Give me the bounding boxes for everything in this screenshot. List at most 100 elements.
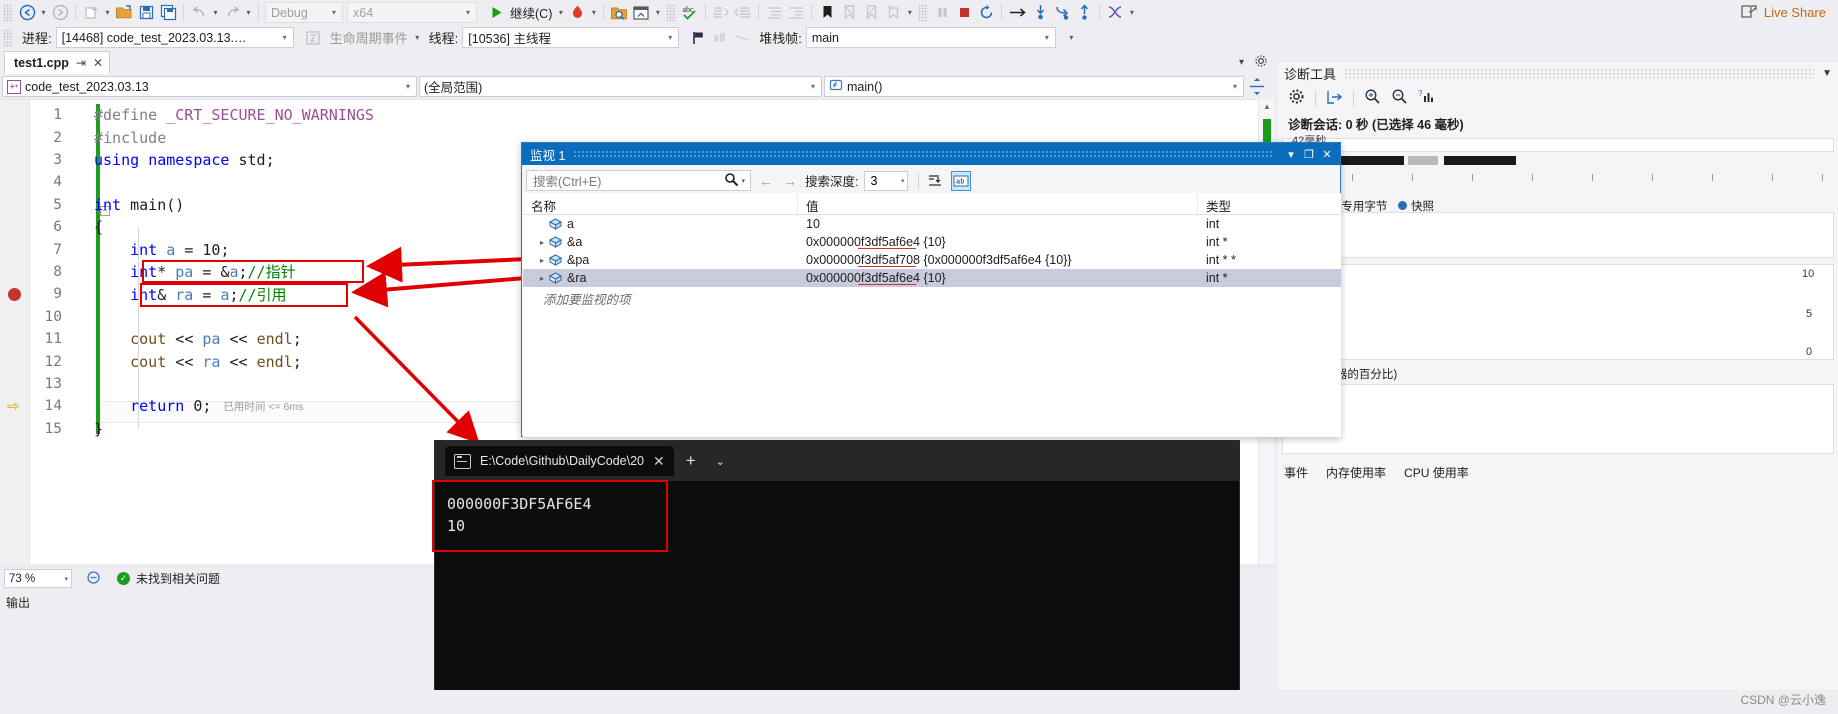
spell-check-icon[interactable]: abc (679, 2, 701, 24)
live-share-label[interactable]: Live Share (1764, 5, 1826, 20)
expander-icon[interactable]: ▸ (535, 238, 549, 247)
cpu-chart-strip[interactable] (1282, 384, 1834, 454)
previous-bookmark-icon[interactable] (838, 2, 860, 24)
find-in-files-icon[interactable] (608, 2, 630, 24)
scope-combo[interactable]: (全局范围) ▾ (419, 76, 822, 97)
watch-row[interactable]: ▸ &pa 0x000000f3df5af708 {0x000000f3df5af6… (523, 251, 1341, 269)
start-debugging-icon[interactable] (485, 2, 507, 24)
watch-maximize-icon[interactable]: ❐ (1300, 148, 1318, 161)
step-over-icon[interactable] (1006, 2, 1029, 24)
add-watch-item-row[interactable]: 添加要监视的项 (523, 287, 1341, 308)
panel-drag-dots[interactable] (1344, 68, 1815, 78)
watch-variables-grid[interactable]: 名称 值 类型 a 10 int ▸ &a 0x000000f3df5af6e4 {10}… (523, 193, 1341, 437)
gear-icon[interactable] (1254, 54, 1268, 71)
watch-row[interactable]: a 10 int (523, 215, 1341, 233)
toolbar-grip[interactable] (3, 3, 13, 22)
watch-name-cell[interactable]: ▸ &ra (523, 271, 798, 285)
search-depth-combo[interactable]: 3 ▾ (864, 170, 909, 191)
redo-icon[interactable] (221, 2, 243, 24)
stackframe-combo[interactable]: main ▾ (805, 27, 1056, 48)
indent-increase-icon[interactable] (785, 2, 807, 24)
bookmarks-dropdown[interactable] (904, 2, 915, 24)
process-combo[interactable]: [14468] code_test_2023.03.13.… ▾ (55, 27, 294, 48)
pin-icon[interactable]: ⇥ (76, 56, 86, 70)
debug-toolbar-overflow[interactable] (1066, 27, 1077, 49)
home-window-dropdown[interactable] (652, 2, 663, 24)
document-tab-test1-cpp[interactable]: test1.cpp ⇥ ✕ (4, 51, 111, 74)
navigate-forward-icon[interactable] (49, 2, 71, 24)
next-bookmark-icon[interactable] (860, 2, 882, 24)
watch-close-icon[interactable]: ✕ (1318, 148, 1336, 161)
step-up-icon[interactable] (1073, 2, 1095, 24)
events-chart-strip[interactable] (1282, 212, 1834, 258)
redo-dropdown[interactable] (243, 2, 254, 24)
toggle-thread-icon[interactable] (731, 27, 753, 49)
watch-row[interactable]: ▸ &ra 0x000000f3df5af6e4 {10} int * (523, 269, 1341, 287)
expander-icon[interactable]: ▸ (535, 274, 549, 283)
new-item-icon[interactable] (80, 2, 102, 24)
uncomment-selection-icon[interactable] (732, 2, 754, 24)
search-icon[interactable] (724, 172, 741, 190)
live-share-icon[interactable] (1741, 4, 1758, 22)
watch-drag-dots[interactable] (573, 149, 1274, 159)
collapse-all-icon[interactable] (925, 171, 945, 191)
platform-combo[interactable]: x64 ▾ (347, 2, 477, 23)
step-out-icon[interactable] (1051, 2, 1073, 24)
continue-button-label[interactable]: 继续(C) (507, 3, 555, 22)
threads-window-icon[interactable] (1104, 2, 1126, 24)
settings-gear-icon[interactable] (1288, 88, 1305, 108)
memory-chart-strip[interactable] (1282, 264, 1834, 360)
home-window-icon[interactable] (630, 2, 652, 24)
navigate-backward-icon[interactable] (16, 2, 38, 24)
thread-combo[interactable]: [10536] 主线程 ▾ (462, 27, 680, 48)
hex-display-icon[interactable]: ab (951, 170, 972, 191)
continue-dropdown[interactable] (555, 2, 566, 24)
split-view-icon[interactable] (1249, 77, 1265, 96)
zoom-level-combo[interactable]: 73 % ▾ (4, 569, 72, 588)
flag-thread-icon[interactable] (687, 27, 709, 49)
clear-bookmarks-icon[interactable] (882, 2, 904, 24)
show-flagged-threads-icon[interactable] (709, 27, 731, 49)
watch-name-cell[interactable]: ▸ &a (523, 235, 798, 249)
expander-icon[interactable]: ▸ (535, 256, 549, 265)
indent-decrease-icon[interactable] (763, 2, 785, 24)
tab-list-dropdown-icon[interactable]: ▾ (1239, 57, 1244, 68)
watch-value-cell[interactable]: 0x000000f3df5af708 {0x000000f3df5af6e4 {… (798, 253, 1198, 267)
close-icon[interactable]: ✕ (653, 453, 665, 470)
diagnostic-timeline-strip[interactable] (1282, 138, 1834, 152)
open-file-icon[interactable] (113, 2, 135, 24)
problem-navigation-icon[interactable] (86, 570, 101, 588)
project-combo[interactable]: + + code_test_2023.03.13 ▾ (2, 76, 417, 97)
navigate-backward-dropdown[interactable] (38, 2, 49, 24)
tab-memory-usage[interactable]: 内存使用率 (1326, 464, 1386, 481)
lifecycle-dropdown[interactable] (412, 27, 423, 49)
watch-value-cell[interactable]: 0x000000f3df5af6e4 {10} (798, 235, 1198, 249)
function-combo[interactable]: main() ▾ (824, 76, 1244, 97)
step-into-icon[interactable] (1029, 2, 1051, 24)
pause-icon[interactable] (931, 2, 953, 24)
panel-menu-icon[interactable]: ▼ (1822, 68, 1832, 79)
hot-reload-dropdown[interactable] (588, 2, 599, 24)
chart-help-icon[interactable]: ? (1418, 88, 1435, 108)
lifecycle-events-label[interactable]: 生命周期事件 (324, 28, 412, 47)
zoom-out-icon[interactable] (1391, 88, 1408, 108)
new-item-dropdown[interactable] (102, 2, 113, 24)
tab-events[interactable]: 事件 (1284, 464, 1308, 481)
save-all-icon[interactable] (157, 2, 179, 24)
code-line-1[interactable]: 1 #define _CRT_SECURE_NO_WARNINGS (0, 104, 1274, 126)
toolbar-grip[interactable] (918, 3, 929, 22)
watch-search-input[interactable]: 搜索(Ctrl+E) ▾ (526, 170, 751, 191)
scroll-up-icon[interactable]: ▲ (1263, 102, 1271, 111)
watch-row[interactable]: ▸ &a 0x000000f3df5af6e4 {10} int * (523, 233, 1341, 251)
comment-selection-icon[interactable] (710, 2, 732, 24)
watch-name-cell[interactable]: a (523, 217, 798, 231)
terminal-tab[interactable]: E:\Code\Github\DailyCode\20 ✕ (445, 446, 674, 476)
column-header-value[interactable]: 值 (798, 193, 1198, 214)
threads-dropdown[interactable] (1126, 2, 1137, 24)
tab-cpu-usage[interactable]: CPU 使用率 (1404, 464, 1469, 481)
search-options-dropdown[interactable]: ▾ (741, 177, 750, 185)
close-icon[interactable]: ✕ (93, 56, 103, 70)
search-prev-icon[interactable]: ← (757, 173, 775, 189)
watch-value-cell[interactable]: 0x000000f3df5af6e4 {10} (798, 271, 1198, 285)
undo-dropdown[interactable] (210, 2, 221, 24)
